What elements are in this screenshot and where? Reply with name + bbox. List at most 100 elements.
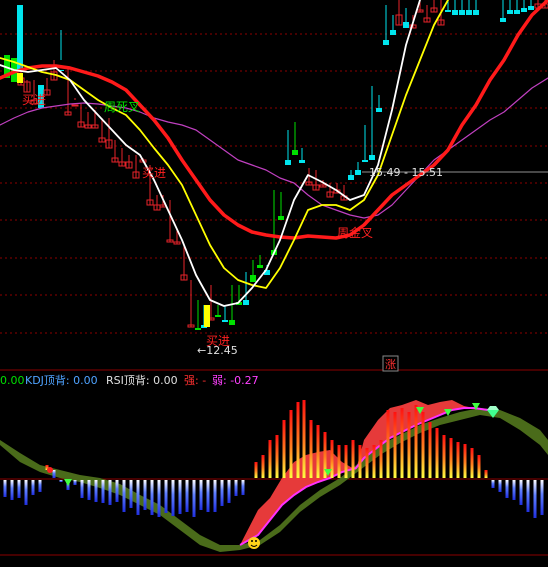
histogram-bar	[344, 445, 348, 478]
histogram-bar	[358, 445, 362, 478]
candle-body	[229, 320, 235, 325]
signal-buy-2: 买进	[142, 166, 166, 180]
histogram-bar	[414, 405, 418, 478]
histogram-bar	[199, 480, 203, 510]
histogram-bar	[400, 408, 404, 478]
histogram-bar	[254, 462, 258, 478]
candle-body	[362, 160, 368, 162]
histogram-bar	[330, 440, 334, 478]
histogram-bar	[477, 455, 481, 478]
header-value: 0.00	[0, 374, 25, 387]
candle-body	[390, 30, 396, 35]
candle-body	[459, 10, 465, 15]
candle-body	[243, 300, 249, 305]
candle-body	[376, 108, 382, 112]
histogram-bar	[407, 412, 411, 478]
candle-body	[403, 22, 409, 28]
histogram-bar	[519, 480, 523, 505]
candle-highlight	[204, 305, 210, 327]
candle-body	[521, 8, 527, 12]
histogram-bar	[421, 412, 425, 478]
header-strong: 强: -	[184, 374, 206, 387]
divider-badge-text: 涨	[385, 358, 396, 371]
candle-body	[507, 10, 513, 14]
histogram-bar	[234, 480, 238, 496]
histogram-bar	[3, 480, 7, 497]
histogram-bar	[87, 480, 91, 500]
histogram-bar	[80, 480, 84, 498]
candle-body	[257, 265, 263, 268]
candle-body	[292, 150, 298, 155]
candle-body	[514, 10, 520, 14]
histogram-bar	[289, 410, 293, 478]
histogram-bar	[533, 480, 537, 518]
header-rsi: RSI顶背: 0.00	[106, 373, 178, 387]
histogram-bar	[498, 480, 502, 492]
histogram-bar	[73, 480, 77, 485]
stock-chart: 买进 周死叉 买进 周金叉 买进 ←12.45 15.49 - 15.51 涨 …	[0, 0, 548, 563]
histogram-bar	[365, 448, 369, 478]
histogram-bar	[31, 480, 35, 495]
histogram-bar	[171, 480, 175, 516]
histogram-bar	[512, 480, 516, 500]
candle-body	[383, 40, 389, 45]
down-arrow-icon	[64, 479, 72, 486]
histogram-bar	[540, 480, 544, 515]
candle-highlight	[17, 73, 23, 83]
candle-body	[473, 10, 479, 15]
histogram-bar	[526, 480, 530, 512]
candle-body	[355, 170, 361, 175]
histogram-bar	[108, 480, 112, 505]
histogram-bar	[491, 480, 495, 488]
histogram-bar	[157, 480, 161, 517]
indicator-header: 0.00 KDJ顶背: 0.00 RSI顶背: 0.00 强: - 弱: -0.…	[0, 373, 259, 387]
candle-body	[445, 10, 451, 12]
histogram-bar	[372, 445, 376, 478]
histogram-bar	[122, 480, 126, 512]
histogram-bar	[393, 412, 397, 478]
moving-averages	[0, 0, 548, 307]
price-range-label: 15.49 - 15.51	[369, 166, 443, 179]
histogram-bar	[316, 425, 320, 478]
histogram-bar	[150, 480, 154, 515]
chart-canvas: 买进 周死叉 买进 周金叉 买进 ←12.45 15.49 - 15.51 涨 …	[0, 0, 548, 556]
candle-body	[278, 216, 284, 220]
candle-body	[348, 175, 354, 180]
candle-body	[452, 10, 458, 15]
candle-body	[466, 10, 472, 15]
histogram-bar	[52, 470, 56, 478]
ma-white-line	[0, 0, 421, 307]
histogram-bar	[379, 440, 383, 478]
histogram-bar	[213, 480, 217, 512]
candle-body	[285, 160, 291, 165]
histogram-bar	[59, 480, 63, 482]
candle-body	[222, 320, 228, 322]
histogram-bar	[241, 480, 245, 495]
histogram-bar	[309, 420, 313, 478]
histogram-bar	[386, 410, 390, 478]
histogram-bar	[449, 438, 453, 478]
histogram-bar	[94, 480, 98, 502]
histogram-bar	[24, 480, 28, 505]
candle-body	[215, 315, 221, 317]
histogram-bar	[337, 445, 341, 478]
signal-weekly-golden-cross: 周金叉	[337, 225, 373, 240]
histogram-bar	[484, 470, 488, 478]
red-dot-icon	[47, 467, 53, 473]
histogram-bar	[275, 435, 279, 478]
histogram-bar	[470, 448, 474, 478]
histogram-bar	[296, 402, 300, 478]
smiley-face-icon	[248, 537, 260, 549]
histogram-bar	[505, 480, 509, 498]
candle-body	[195, 328, 201, 330]
candle-body	[71, 104, 79, 107]
candle-body	[250, 275, 256, 282]
header-weak: 弱: -0.27	[212, 374, 259, 387]
histogram-bar	[435, 428, 439, 478]
signal-buy-1: 买进	[22, 93, 46, 107]
histogram-bar	[351, 440, 355, 478]
candlesticks	[4, 0, 548, 330]
histogram-bar	[115, 480, 119, 502]
header-kdj: KDJ顶背: 0.00	[25, 373, 98, 387]
histogram-bar	[38, 480, 42, 492]
